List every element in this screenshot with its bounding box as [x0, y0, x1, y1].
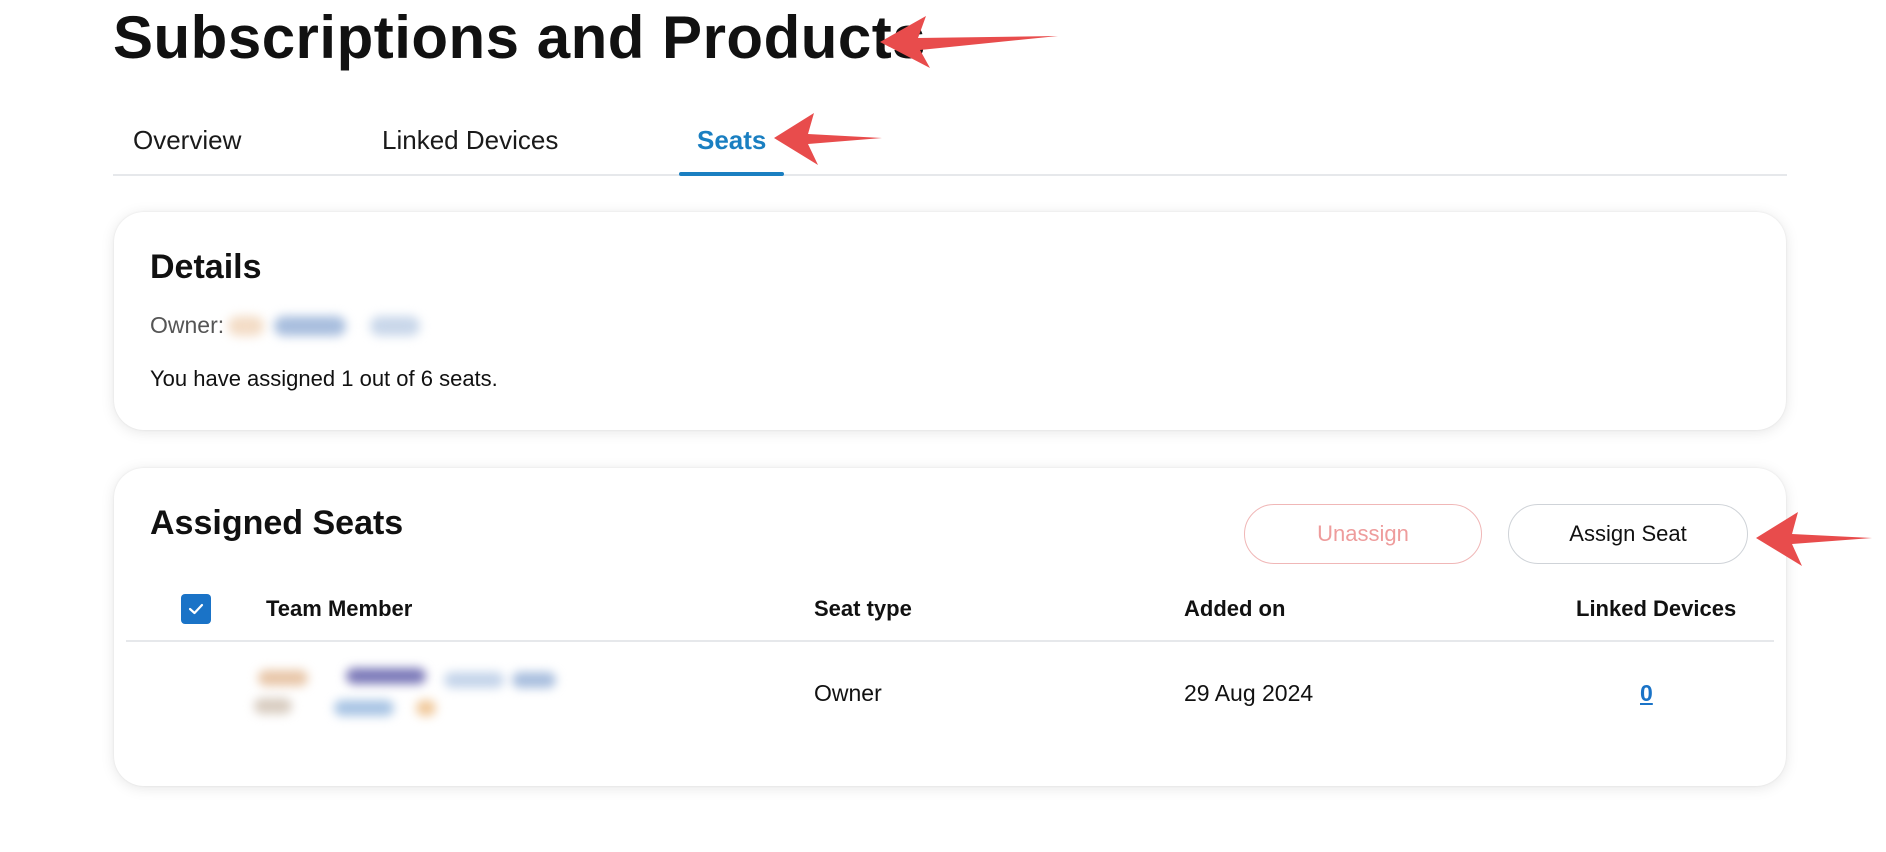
column-header-seat-type: Seat type: [814, 596, 912, 621]
annotation-arrow-icon: [1756, 512, 1872, 566]
owner-name-redacted: [224, 315, 421, 336]
added-on-cell: 29 Aug 2024: [1184, 680, 1314, 706]
assigned-seats-card: Assigned Seats Unassign Assign Seat Team…: [114, 468, 1786, 786]
table-header: Team Member Seat type Added on Linked De…: [126, 580, 1774, 642]
annotation-arrow-icon: [774, 113, 882, 165]
assign-seat-button[interactable]: Assign Seat: [1508, 504, 1748, 564]
unassign-button[interactable]: Unassign: [1244, 504, 1482, 564]
page-title: Subscriptions and Products: [113, 4, 927, 71]
tab-seats[interactable]: Seats: [678, 118, 785, 176]
team-member-redacted: [254, 668, 574, 728]
seat-assignment-summary: You have assigned 1 out of 6 seats.: [150, 366, 498, 391]
table-row: Owner 29 Aug 2024 0: [126, 644, 1774, 744]
owner-label: Owner:: [150, 312, 225, 338]
owner-row: Owner:: [150, 312, 421, 339]
linked-devices-link[interactable]: 0: [1640, 680, 1653, 707]
tab-bar: Overview Linked Devices Seats: [113, 104, 1787, 176]
details-title: Details: [150, 248, 262, 286]
select-all-checkbox[interactable]: [181, 594, 211, 624]
seat-type-cell: Owner: [814, 680, 882, 706]
annotation-arrow-icon: [880, 16, 1058, 68]
tab-overview[interactable]: Overview: [133, 118, 241, 174]
column-header-added-on: Added on: [1184, 596, 1286, 621]
column-header-linked-devices: Linked Devices: [1576, 596, 1737, 621]
column-header-team-member: Team Member: [266, 596, 413, 621]
details-card: Details Owner: You have assigned 1 out o…: [114, 212, 1786, 430]
assigned-seats-title: Assigned Seats: [150, 504, 404, 542]
checkmark-icon: [188, 603, 204, 615]
tab-linked-devices[interactable]: Linked Devices: [382, 118, 558, 174]
